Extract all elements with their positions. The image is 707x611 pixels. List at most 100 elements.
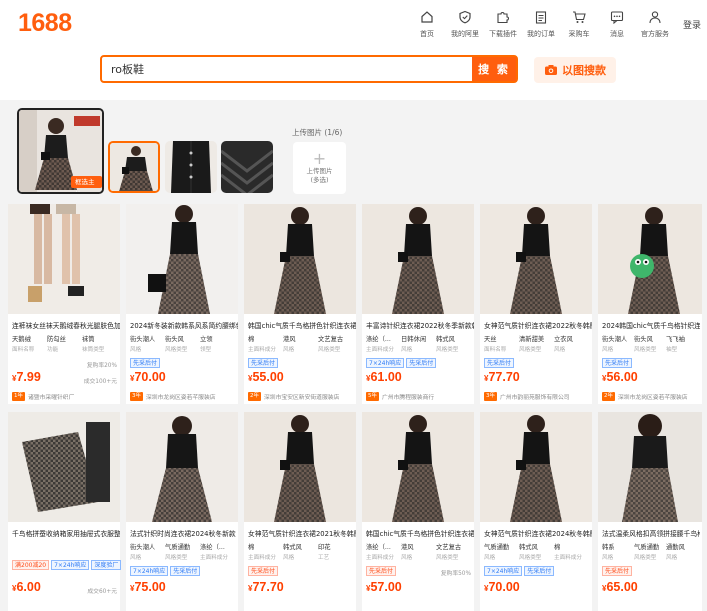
crop-thumb-3[interactable]: [221, 141, 273, 193]
product-card[interactable]: 2024新冬装新款韩系风系简约腰绑色 街头潮人 风格 街头风 风格类型 立领 领型 先…: [126, 204, 238, 404]
attr-value: 涤纶（...: [200, 544, 225, 551]
product-title[interactable]: 女神范气质针织连衣裙2021秋冬韩版: [248, 528, 356, 538]
attr-value: 涤纶（...: [366, 336, 391, 343]
image-search-label: 以图搜款: [562, 64, 606, 77]
product-card[interactable]: 连裤袜女丝袜天鹅绒春秋光腿肤色加 天鹅绒 面料名称 防勾丝 功能 袜筒 袜筒类型 复购…: [8, 204, 120, 404]
product-card[interactable]: 千鸟格拼蚕收纳箱家用抽屉式衣服整 满200减20 7×24h响应 深度验厂 ¥6.0…: [8, 412, 122, 611]
product-title[interactable]: 女神范气质针织连衣裙2022秋冬韩版: [484, 320, 592, 330]
nav-official-service[interactable]: 官方服务: [636, 10, 674, 39]
camera-icon: [545, 65, 557, 75]
image-search-button[interactable]: 以图搜款: [534, 57, 616, 83]
product-attrs: 街头潮人 风格 气质通勤 风格类型 涤纶（... 主面料成分: [130, 542, 236, 561]
product-title[interactable]: 韩国chic气质千鸟格拼色针织连衣裙: [248, 320, 356, 330]
product-title[interactable]: 法式针织时尚连衣裙2024秋冬新款: [130, 528, 238, 538]
service-tag: 先采后付: [170, 566, 201, 576]
product-title[interactable]: 丰富诗针织连衣裙2022秋冬季新款韩版: [366, 320, 474, 330]
shop-years-badge: 2年: [602, 392, 615, 401]
shop-info[interactable]: 3年 深圳市龙岗区姿若芊服装店: [130, 392, 236, 401]
nav-my-orders[interactable]: 我的订单: [522, 10, 560, 39]
upload-image-button[interactable]: + 上传图片 (多选): [293, 142, 346, 194]
product-card[interactable]: 女神范气质针织连衣裙2022秋冬韩版 天丝 面料名称 清新甜美 风格类型 立衣风 风格…: [480, 204, 592, 404]
home-icon: [421, 11, 433, 23]
crop-thumb-1[interactable]: [108, 141, 160, 193]
login-link[interactable]: 登录: [683, 18, 701, 31]
product-title[interactable]: 女神范气质针织连衣裙2024秋冬韩版: [484, 528, 592, 538]
product-title[interactable]: 2024新冬装新款韩系风系简约腰绑色: [130, 320, 238, 330]
search-input[interactable]: [102, 57, 472, 81]
shop-name[interactable]: 深圳市龙岗区姿若芊服装店: [618, 392, 688, 401]
product-card[interactable]: 韩国chic气质千鸟格拼色针织连衣裙 涤纶（... 主面料成分 港风 风格 文艺复古…: [362, 412, 474, 611]
service-tag: 深度验厂: [91, 560, 122, 570]
nav-home[interactable]: 首页: [408, 10, 446, 39]
attr-value: 韩系: [602, 544, 615, 551]
attr-value: 街头潮人: [602, 336, 628, 343]
attr-value: 棉: [248, 336, 255, 343]
product-card[interactable]: 女神范气质针织连衣裙2021秋冬韩版 棉主面料成分 韩式风 风格 印花 工艺 先采后…: [244, 412, 356, 611]
product-card[interactable]: 丰富诗针织连衣裙2022秋冬季新款韩版 涤纶（... 主面料成分 日韩休闲 风格 韩…: [362, 204, 474, 404]
product-price: ¥70.00: [130, 370, 166, 384]
site-logo[interactable]: 1688: [18, 9, 72, 38]
product-image[interactable]: [598, 204, 702, 314]
product-image[interactable]: [126, 204, 238, 314]
product-attrs: 棉主面料成分 港风 风格 文艺复古 风格类型: [248, 334, 354, 353]
product-image[interactable]: [362, 204, 474, 314]
product-title[interactable]: 连裤袜女丝袜天鹅绒春秋光腿肤色加: [12, 320, 120, 330]
attr-key: 工艺: [318, 555, 330, 561]
shop-info[interactable]: 3年 广州市韵丽苑服饰有限公司: [484, 392, 590, 401]
product-title[interactable]: 2024韩国chic气质千鸟格针织连衣: [602, 320, 700, 330]
nav-my-ali[interactable]: 我的阿里: [446, 10, 484, 39]
product-grid: 连裤袜女丝袜天鹅绒春秋光腿肤色加 天鹅绒 面料名称 防勾丝 功能 袜筒 袜筒类型 复购…: [0, 200, 707, 611]
product-card[interactable]: 法式针织时尚连衣裙2024秋冬新款 街头潮人 风格 气质通勤 风格类型 涤纶（...…: [126, 412, 238, 611]
product-title[interactable]: 法式温柔风格扣高领拼接腰千鸟格: [602, 528, 700, 538]
crop-thumb-2[interactable]: [165, 141, 217, 193]
service-tag: 先采后付: [406, 358, 437, 368]
shop-info[interactable]: 2年 深圳市龙岗区姿若芊服装店: [602, 392, 700, 401]
attr-key: 袖型: [666, 347, 678, 353]
upload-add-text: 上传图片: [306, 167, 333, 175]
product-tags: 先采后付: [484, 358, 516, 368]
product-image[interactable]: [8, 204, 120, 314]
selected-source-image[interactable]: 框选主体: [17, 108, 104, 194]
product-image[interactable]: [8, 412, 120, 522]
product-title[interactable]: 千鸟格拼蚕收纳箱家用抽屉式衣服整: [12, 528, 120, 538]
product-image[interactable]: [244, 204, 356, 314]
attr-value: 街头风: [634, 336, 653, 343]
product-image[interactable]: [598, 412, 702, 522]
shop-info[interactable]: 2年 深圳市宝安区新安街道服装店: [248, 392, 354, 401]
product-image[interactable]: [126, 412, 238, 522]
product-tags: 先采后付: [248, 358, 280, 368]
box-select-tag[interactable]: 框选主体: [71, 176, 102, 192]
product-price: ¥6.00: [12, 580, 41, 594]
shop-name[interactable]: 广州市腾程服装商行: [382, 392, 434, 401]
attr-key: 风格类型: [436, 347, 459, 353]
nav-label: 官方服务: [641, 30, 669, 38]
shop-name[interactable]: 深圳市龙岗区姿若芊服装店: [146, 392, 216, 401]
shop-info[interactable]: 1年 诸暨市采曜针织厂: [12, 392, 118, 401]
product-title[interactable]: 韩国chic气质千鸟格拼色针织连衣裙: [366, 528, 474, 538]
product-card[interactable]: 法式温柔风格扣高领拼接腰千鸟格 韩系 风格 气质通勤 风格类型 通勤风 风格 先采后付…: [598, 412, 702, 611]
product-image[interactable]: [362, 412, 474, 522]
product-image[interactable]: [480, 204, 592, 314]
attr-key: 风格: [130, 347, 142, 353]
search-button[interactable]: 搜 索: [472, 57, 516, 81]
shop-name[interactable]: 广州市韵丽苑服饰有限公司: [500, 392, 570, 401]
attr-value: 气质通勤: [634, 544, 660, 551]
nav-download-plugin[interactable]: 下载插件: [484, 10, 522, 39]
shop-name[interactable]: 诸暨市采曜针织厂: [28, 392, 74, 401]
service-tag: 7×24h响应: [484, 566, 523, 576]
product-card[interactable]: 2024韩国chic气质千鸟格针织连衣 街头潮人 风格 街头风 风格类型 飞飞袖 袖型…: [598, 204, 702, 404]
attr-key: 领型: [200, 347, 212, 353]
attr-key: 风格: [602, 555, 614, 561]
shop-name[interactable]: 深圳市宝安区新安街道服装店: [264, 392, 339, 401]
product-card[interactable]: 韩国chic气质千鸟格拼色针织连衣裙 棉主面料成分 港风 风格 文艺复古 风格类型 …: [244, 204, 356, 404]
product-image[interactable]: [480, 412, 592, 522]
attr-value: 天鹅绒: [12, 336, 31, 343]
attr-key: 风格: [484, 555, 496, 561]
product-card[interactable]: 女神范气质针织连衣裙2024秋冬韩版 气质通勤 风格 韩式风 风格类型 棉主面料成分…: [480, 412, 592, 611]
attr-key: 风格类型: [519, 347, 542, 353]
product-tags: 7×24h响应 先采后付: [130, 566, 202, 576]
nav-messages[interactable]: 消息: [598, 10, 636, 39]
shop-info[interactable]: 5年 广州市腾程服装商行: [366, 392, 472, 401]
nav-cart[interactable]: 采购车: [560, 10, 598, 39]
product-image[interactable]: [244, 412, 356, 522]
